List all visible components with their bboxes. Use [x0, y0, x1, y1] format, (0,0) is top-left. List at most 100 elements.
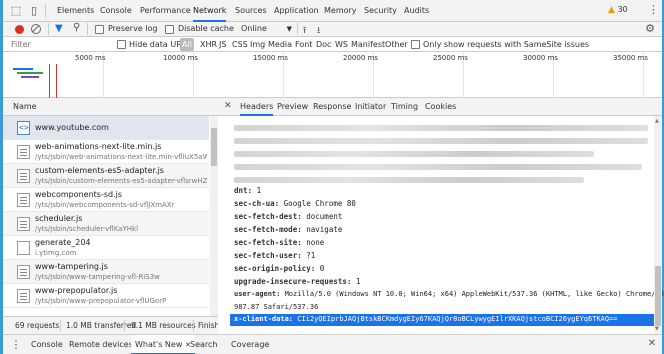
tab-application[interactable]: Application: [274, 0, 319, 22]
type-filter-doc[interactable]: Doc: [314, 38, 333, 51]
request-row[interactable]: www-tampering.js /yts/jsbin/www-tamperin…: [3, 260, 209, 284]
drawer-tab-console[interactable]: Console: [31, 335, 63, 354]
script-file-icon: [17, 145, 30, 159]
toolbar-divider: [297, 23, 298, 35]
scroll-up-icon[interactable]: ▲: [655, 118, 659, 124]
record-button[interactable]: [15, 25, 24, 34]
tab-headers[interactable]: Headers: [240, 98, 274, 116]
request-details-pane: ✕ Headers Preview Response Initiator Tim…: [218, 98, 664, 334]
transferred-size: 1.0 MB transferred: [66, 321, 137, 330]
request-header-line: sec-fetch-site: none: [234, 238, 325, 247]
request-row[interactable]: custom-elements-es5-adapter.js /yts/jsbi…: [3, 164, 209, 188]
request-row[interactable]: generate_204 i.ytimg.com: [3, 236, 209, 260]
blank-file-icon: [17, 241, 30, 255]
drawer-tab-remote-devices[interactable]: Remote devices: [69, 335, 133, 354]
request-header-line: user-agent: Mozilla/5.0 (Windows NT 10.0…: [234, 290, 664, 298]
throttling-select[interactable]: Online ▼: [241, 23, 294, 35]
warning-icon: ▲: [608, 5, 615, 15]
samesite-checkbox[interactable]: [411, 40, 420, 49]
details-tab-bar: ✕ Headers Preview Response Initiator Tim…: [218, 98, 662, 116]
type-filter-js[interactable]: JS: [217, 38, 228, 51]
type-filter-css[interactable]: CSS: [230, 38, 250, 51]
timeline-request-bar: [17, 72, 43, 74]
request-path: /yts/jsbin/web-animations-next-lite.min-…: [35, 153, 207, 161]
status-divider: [124, 320, 125, 332]
hide-data-urls-checkbox[interactable]: [117, 40, 126, 49]
drawer-tab-coverage[interactable]: Coverage: [231, 335, 269, 354]
domcontentloaded-marker: [49, 64, 50, 98]
request-row[interactable]: web-animations-next-lite.min.js /yts/jsb…: [3, 140, 209, 164]
drawer-menu-icon[interactable]: ⋮: [9, 338, 23, 352]
request-row[interactable]: scheduler.js /yts/jsbin/scheduler-vflKaY…: [3, 212, 209, 236]
request-name: generate_204: [35, 238, 91, 247]
details-scrollbar[interactable]: ▲ ▼: [654, 116, 662, 334]
timeline-tick: 20000 ms: [343, 54, 378, 62]
request-row[interactable]: www-prepopulator.js /yts/jsbin/www-prepo…: [3, 284, 209, 308]
tab-console[interactable]: Console: [100, 0, 132, 22]
tab-preview[interactable]: Preview: [277, 98, 308, 116]
request-row[interactable]: <> www.youtube.com: [3, 116, 209, 140]
network-settings-gear-icon[interactable]: ⚙: [643, 22, 657, 36]
scrollbar-thumb[interactable]: [211, 128, 217, 166]
type-filter-media[interactable]: Media: [266, 38, 294, 51]
redacted-header-line: [234, 138, 648, 144]
drawer-tab-search[interactable]: Search: [190, 335, 217, 354]
status-divider: [193, 320, 194, 332]
type-filter-manifest[interactable]: Manifest: [349, 38, 387, 51]
request-path: /yts/jsbin/custom-elements-es5-adapter-v…: [35, 177, 207, 185]
type-filter-ws[interactable]: WS: [333, 38, 350, 51]
request-count: 69 requests: [15, 321, 60, 330]
request-row[interactable]: webcomponents-sd.js /yts/jsbin/webcompon…: [3, 188, 209, 212]
close-icon[interactable]: ✕: [224, 101, 232, 111]
warnings-indicator[interactable]: ▲ 30: [608, 5, 628, 15]
toolbar-divider: [87, 23, 88, 35]
disable-cache-checkbox[interactable]: [165, 25, 174, 34]
samesite-label: Only show requests with SameSite issues: [423, 40, 590, 49]
search-icon[interactable]: ⚲: [73, 22, 80, 33]
request-header-line: sec-fetch-user: ?1: [234, 251, 316, 260]
redacted-header-line: [234, 125, 648, 131]
drawer-tab-whats-new[interactable]: What's New ✕: [131, 335, 195, 354]
request-name: web-animations-next-lite.min.js: [35, 142, 162, 151]
type-filter-xhr[interactable]: XHR: [198, 38, 219, 51]
clear-icon[interactable]: [31, 24, 41, 34]
network-overview-timeline[interactable]: 5000 ms 10000 ms 15000 ms 20000 ms 25000…: [3, 52, 662, 98]
type-filter-font[interactable]: Font: [293, 38, 314, 51]
selected-header-highlight: x-client-data: CIi2yQEIprbJAQjBtskBCKmdy…: [230, 314, 654, 326]
inspect-element-icon[interactable]: ⬚: [9, 4, 23, 18]
preserve-log-checkbox[interactable]: [95, 25, 104, 34]
more-options-icon[interactable]: ⋮: [648, 3, 659, 16]
tab-elements[interactable]: Elements: [57, 0, 94, 22]
scroll-down-icon[interactable]: ▼: [655, 326, 659, 332]
type-filter-other[interactable]: Other: [383, 38, 410, 51]
resources-size: 9.1 MB resources: [131, 321, 196, 330]
tab-sources[interactable]: Sources: [235, 0, 267, 22]
script-file-icon: [17, 289, 30, 303]
requests-scrollbar[interactable]: [210, 116, 218, 334]
tab-audits[interactable]: Audits: [404, 0, 429, 22]
filter-input[interactable]: [11, 39, 111, 50]
close-drawer-icon[interactable]: ✕: [648, 338, 656, 349]
tab-memory[interactable]: Memory: [324, 0, 357, 22]
type-filter-img[interactable]: Img: [248, 38, 267, 51]
filter-icon[interactable]: ▼: [55, 23, 63, 34]
device-toolbar-icon[interactable]: ▯: [27, 4, 41, 18]
tab-cookies[interactable]: Cookies: [425, 98, 456, 116]
request-name: scheduler.js: [35, 214, 83, 223]
request-header-line: upgrade-insecure-requests: 1: [234, 277, 361, 286]
filter-bar: Hide data URLs All XHR JS CSS Img Media …: [3, 37, 662, 52]
tab-performance[interactable]: Performance: [140, 0, 191, 22]
timeline-request-bar: [13, 68, 33, 70]
tab-initiator[interactable]: Initiator: [355, 98, 386, 116]
name-column-header[interactable]: Name: [3, 98, 218, 116]
tab-timing[interactable]: Timing: [391, 98, 418, 116]
throttling-value: Online: [241, 24, 267, 33]
tab-response[interactable]: Response: [313, 98, 351, 116]
request-header-line: dnt: 1: [234, 186, 262, 195]
scrollbar-thumb[interactable]: [655, 266, 661, 326]
tab-security[interactable]: Security: [364, 0, 397, 22]
type-filter-all[interactable]: All: [180, 38, 194, 51]
toolbar-divider: [45, 4, 46, 18]
request-path: /yts/jsbin/www-prepopulator-vflUGorP: [35, 297, 167, 305]
tab-network[interactable]: Network: [193, 0, 227, 22]
